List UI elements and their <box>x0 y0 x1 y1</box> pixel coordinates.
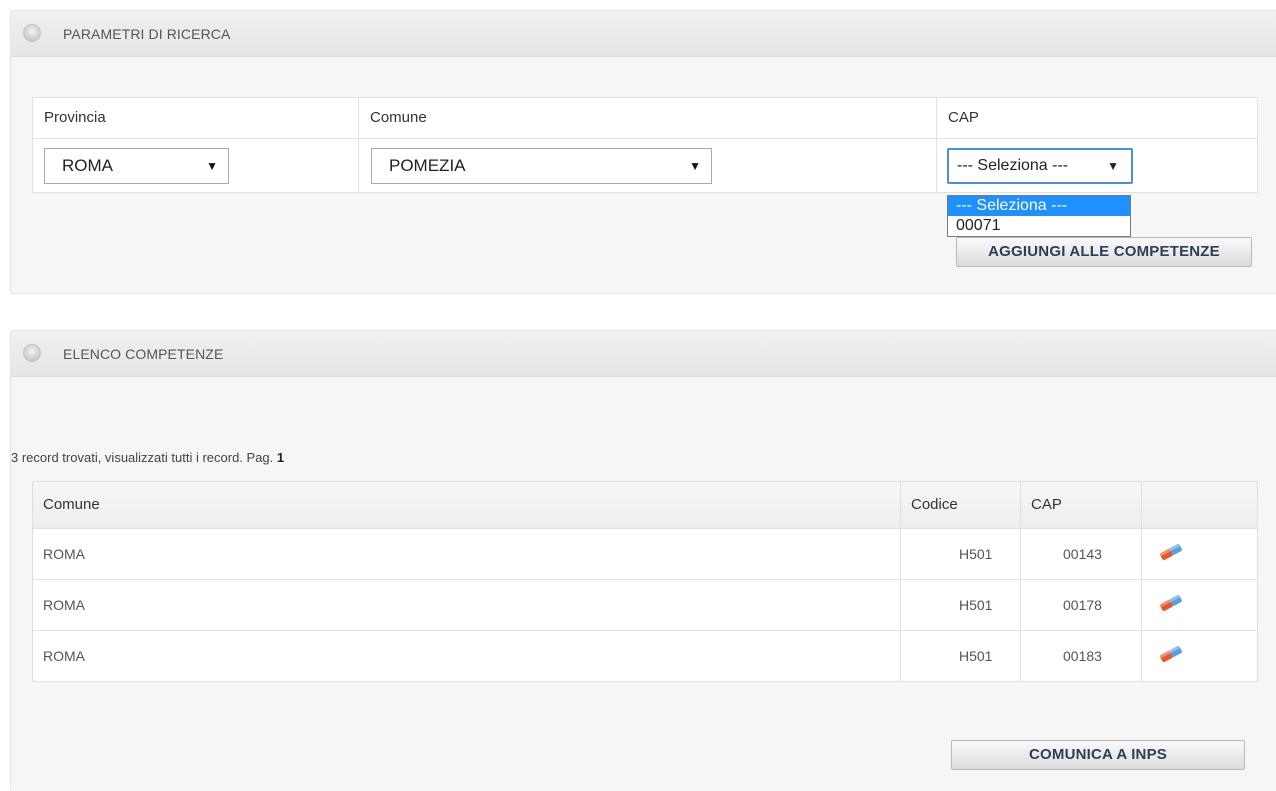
cell-codice: H501 <box>901 631 1021 681</box>
search-panel-title: PARAMETRI DI RICERCA <box>63 26 231 42</box>
cap-dropdown-arrow-icon: ▼ <box>1107 159 1119 173</box>
cap-select-value: --- Seleziona --- <box>957 157 1069 174</box>
search-panel-header[interactable]: PARAMETRI DI RICERCA <box>11 11 1276 57</box>
cap-select[interactable]: --- Seleziona --- ▼ <box>947 148 1133 184</box>
cell-comune: ROMA <box>33 529 901 579</box>
provincia-column: Provincia ROMA ▼ <box>33 98 359 192</box>
eraser-icon[interactable] <box>1158 543 1184 561</box>
header-actions <box>1142 482 1257 528</box>
record-count-info: 3 record trovati, visualizzati tutti i r… <box>11 450 284 465</box>
collapse-toggle-icon[interactable] <box>23 344 41 362</box>
record-count-text: 3 record trovati, visualizzati tutti i r… <box>11 450 274 465</box>
current-page-number: 1 <box>276 450 285 465</box>
collapse-toggle-icon[interactable] <box>23 24 41 42</box>
header-codice: Codice <box>901 482 1021 528</box>
list-panel-title: ELENCO COMPETENZE <box>63 346 224 362</box>
eraser-icon[interactable] <box>1158 645 1184 663</box>
cell-actions <box>1142 580 1257 630</box>
cap-dropdown-list: --- Seleziona --- 00071 <box>947 195 1131 237</box>
comune-label: Comune <box>370 109 427 126</box>
eraser-icon[interactable] <box>1158 594 1184 612</box>
cell-cap: 00143 <box>1021 529 1142 579</box>
provincia-select-value: ROMA <box>62 156 113 175</box>
provincia-select[interactable]: ROMA ▼ <box>44 148 229 184</box>
cell-comune: ROMA <box>33 580 901 630</box>
table-header-row: Comune Codice CAP <box>33 482 1257 528</box>
comune-select-value: POMEZIA <box>389 156 466 175</box>
comune-select[interactable]: POMEZIA ▼ <box>371 148 712 184</box>
cap-option[interactable]: --- Seleziona --- <box>948 196 1130 216</box>
comune-dropdown-arrow-icon: ▼ <box>689 159 701 173</box>
cell-actions <box>1142 529 1257 579</box>
table-row: ROMA H501 00143 <box>33 528 1257 579</box>
search-parameters-panel: PARAMETRI DI RICERCA Provincia ROMA ▼ Co… <box>10 10 1276 294</box>
cap-option[interactable]: 00071 <box>948 216 1130 236</box>
cell-actions <box>1142 631 1257 681</box>
cap-column: CAP --- Seleziona --- ▼ <box>937 98 1257 192</box>
provincia-label: Provincia <box>44 109 106 126</box>
table-row: ROMA H501 00183 <box>33 630 1257 681</box>
cell-codice: H501 <box>901 529 1021 579</box>
table-row: ROMA H501 00178 <box>33 579 1257 630</box>
send-to-inps-button[interactable]: COMUNICA A INPS <box>951 740 1245 770</box>
competences-list-panel: ELENCO COMPETENZE 3 record trovati, visu… <box>10 330 1276 791</box>
cap-label: CAP <box>948 109 979 126</box>
header-comune: Comune <box>33 482 901 528</box>
add-to-competences-button[interactable]: AGGIUNGI ALLE COMPETENZE <box>956 237 1252 267</box>
provincia-dropdown-arrow-icon: ▼ <box>206 159 218 173</box>
list-panel-header[interactable]: ELENCO COMPETENZE <box>11 331 1276 377</box>
header-cap: CAP <box>1021 482 1142 528</box>
cell-comune: ROMA <box>33 631 901 681</box>
cell-cap: 00183 <box>1021 631 1142 681</box>
cell-codice: H501 <box>901 580 1021 630</box>
cell-cap: 00178 <box>1021 580 1142 630</box>
competences-table: Comune Codice CAP ROMA H501 00143 ROMA H… <box>32 481 1258 682</box>
comune-column: Comune POMEZIA ▼ <box>359 98 937 192</box>
search-table: Provincia ROMA ▼ Comune POMEZIA ▼ CAP --… <box>32 97 1258 193</box>
